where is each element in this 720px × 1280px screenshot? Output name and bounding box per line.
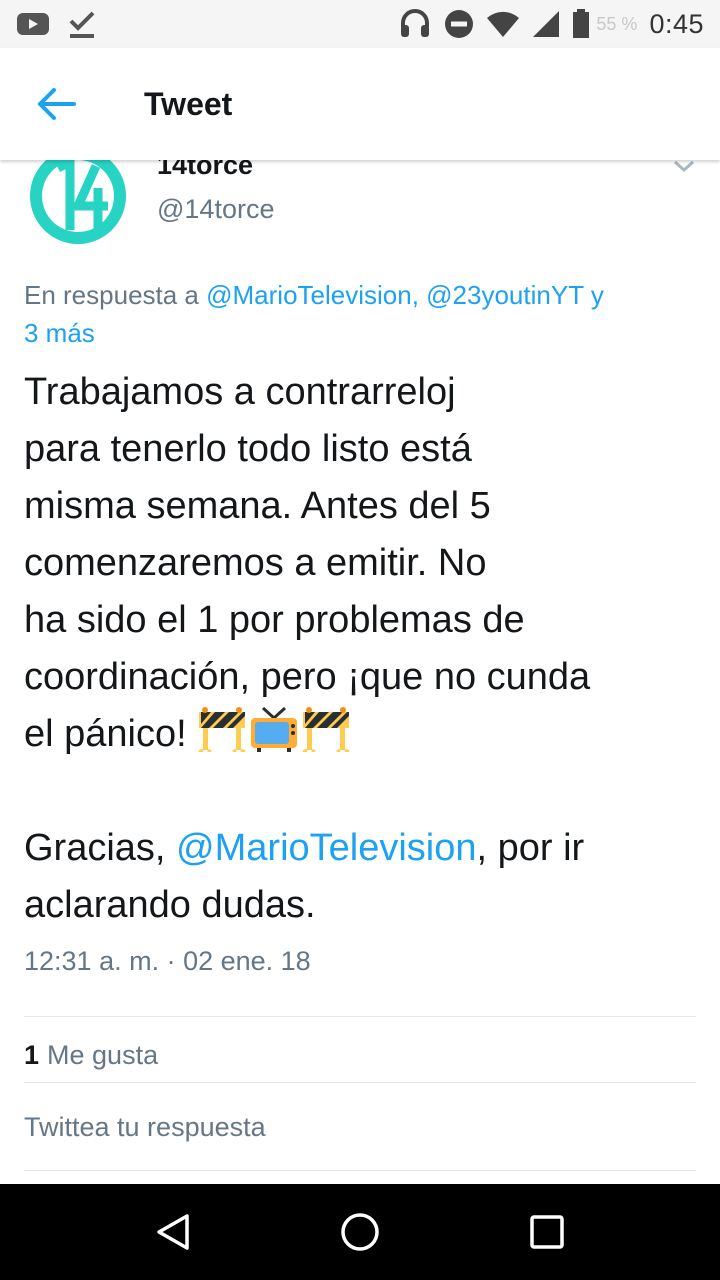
reply-prefix: En respuesta a xyxy=(24,280,207,310)
reply-separator: , xyxy=(411,280,427,310)
battery-icon xyxy=(572,9,590,39)
tweet-timestamp: 12:31 a. m. · 02 ene. 18 xyxy=(24,946,311,976)
tweet-line-emoji: el pánico! xyxy=(24,706,696,763)
avatar[interactable] xyxy=(24,160,132,250)
gracias-suffix: , por ir xyxy=(476,827,585,869)
tweet-line: misma semana. Antes del 5 xyxy=(24,485,491,527)
reply-context: En respuesta a @MarioTelevision, @23yout… xyxy=(24,276,696,352)
back-arrow-icon xyxy=(38,88,76,120)
television-emoji-icon xyxy=(251,706,298,752)
tweet-line-gracias: Gracias, @MarioTelevision, por ir xyxy=(24,820,696,877)
reply-more-link[interactable]: 3 más xyxy=(24,318,95,348)
signal-icon xyxy=(532,10,560,38)
tweet-line: coordinación, pero ¡que no cunda xyxy=(24,656,591,698)
body-mention-mariotelevision[interactable]: @MarioTelevision xyxy=(176,827,476,869)
nav-home-button[interactable] xyxy=(320,1192,400,1272)
app-bar: Tweet xyxy=(0,48,720,160)
tweet-detail: 14torce @14torce En respuesta a @MarioTe… xyxy=(0,160,720,1184)
author-handle[interactable]: @14torce xyxy=(157,194,274,225)
divider xyxy=(24,1082,696,1083)
reply-mention-23youtinyt[interactable]: @23youtinYT xyxy=(426,280,583,310)
tweet-text: Trabajamos a contrarreloj para tenerlo t… xyxy=(24,364,696,934)
nav-home-icon xyxy=(341,1213,379,1251)
headset-icon xyxy=(398,7,432,41)
likes-label: Me gusta xyxy=(47,1040,159,1070)
battery-percent: 55 % xyxy=(596,13,638,34)
likes-count: 1 xyxy=(24,1040,40,1070)
divider xyxy=(24,1016,696,1017)
author-name[interactable]: 14torce xyxy=(157,160,253,181)
tweet-line: Trabajamos a contrarreloj xyxy=(24,371,456,413)
clock: 0:45 xyxy=(649,8,704,39)
wifi-icon xyxy=(486,10,520,38)
tweet-menu-button[interactable] xyxy=(672,160,696,176)
tweet-line: ha sido el 1 por problemas de xyxy=(24,599,525,641)
system-nav-bar xyxy=(0,1184,720,1280)
reply-suffix: y xyxy=(583,280,604,310)
nav-back-icon xyxy=(157,1214,190,1250)
nav-back-button[interactable] xyxy=(133,1192,213,1272)
tweet-line: para tenerlo todo listo está xyxy=(24,428,472,470)
page-title: Tweet xyxy=(144,85,233,122)
divider xyxy=(24,1170,696,1171)
reply-input[interactable]: Twittea tu respuesta xyxy=(24,1112,696,1143)
tweet-line: comenzaremos a emitir. No xyxy=(24,542,487,584)
tweet-line: aclarando dudas. xyxy=(24,884,316,926)
gracias-prefix: Gracias, xyxy=(24,827,177,869)
tweet-line-text: el pánico! xyxy=(24,713,198,755)
nav-recents-icon xyxy=(529,1215,564,1249)
construction-sign-emoji-icon xyxy=(302,707,350,752)
nav-recents-button[interactable] xyxy=(507,1192,587,1272)
back-button[interactable] xyxy=(24,72,88,136)
status-bar: 55 % 0:45 xyxy=(0,0,720,48)
likes-stat[interactable]: 1 Me gusta xyxy=(24,1040,158,1071)
check-download-icon xyxy=(68,9,96,39)
youtube-icon xyxy=(16,11,50,37)
construction-sign-emoji-icon xyxy=(198,707,246,752)
do-not-disturb-icon xyxy=(444,9,474,39)
reply-mention-mariotelevision[interactable]: @MarioTelevision xyxy=(206,280,412,310)
chevron-down-icon xyxy=(674,160,694,173)
tweet-header: 14torce @14torce xyxy=(24,160,696,250)
